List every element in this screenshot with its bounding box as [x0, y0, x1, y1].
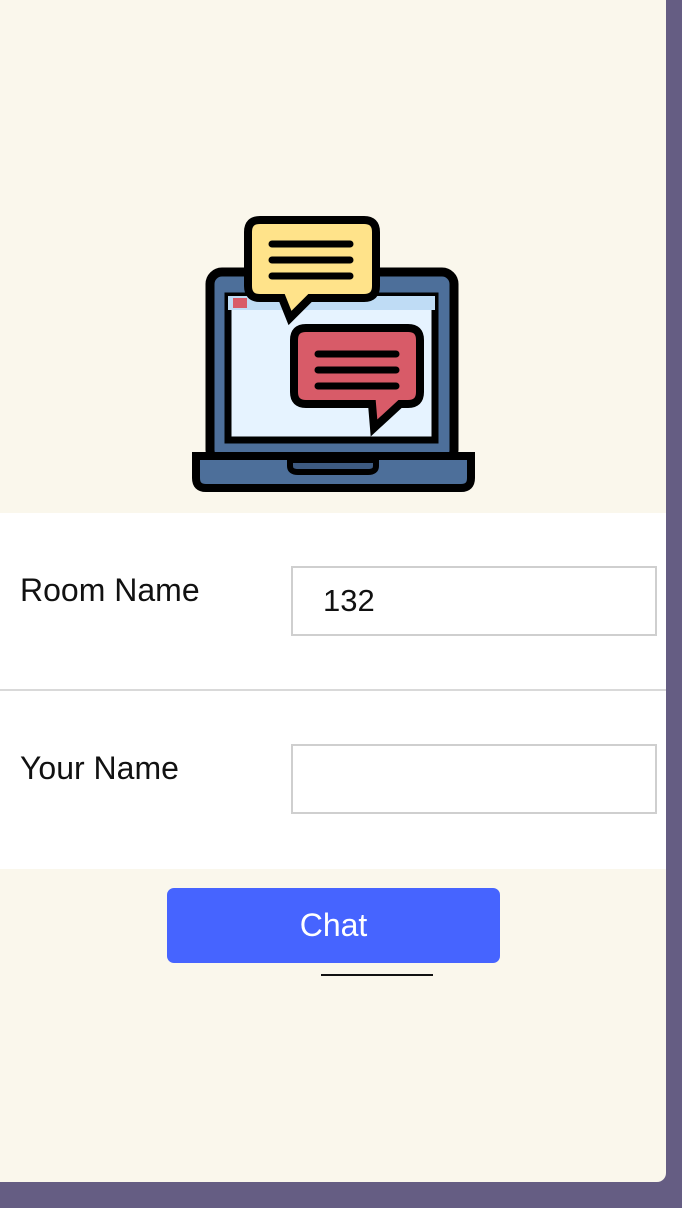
your-name-input[interactable]: [291, 744, 657, 814]
hero-section: [0, 0, 666, 513]
room-name-label: Room Name: [20, 572, 200, 608]
chat-button[interactable]: Chat: [167, 888, 500, 963]
room-name-input[interactable]: [291, 566, 657, 636]
input-underline: [321, 974, 433, 976]
your-name-label: Your Name: [20, 750, 179, 786]
app-window: Room Name Your Name Chat: [0, 0, 666, 1182]
join-form: Room Name Your Name: [0, 513, 666, 976]
room-name-row: Room Name: [0, 513, 666, 691]
your-name-row: Your Name: [0, 691, 666, 976]
laptop-chat-icon: [192, 216, 475, 492]
